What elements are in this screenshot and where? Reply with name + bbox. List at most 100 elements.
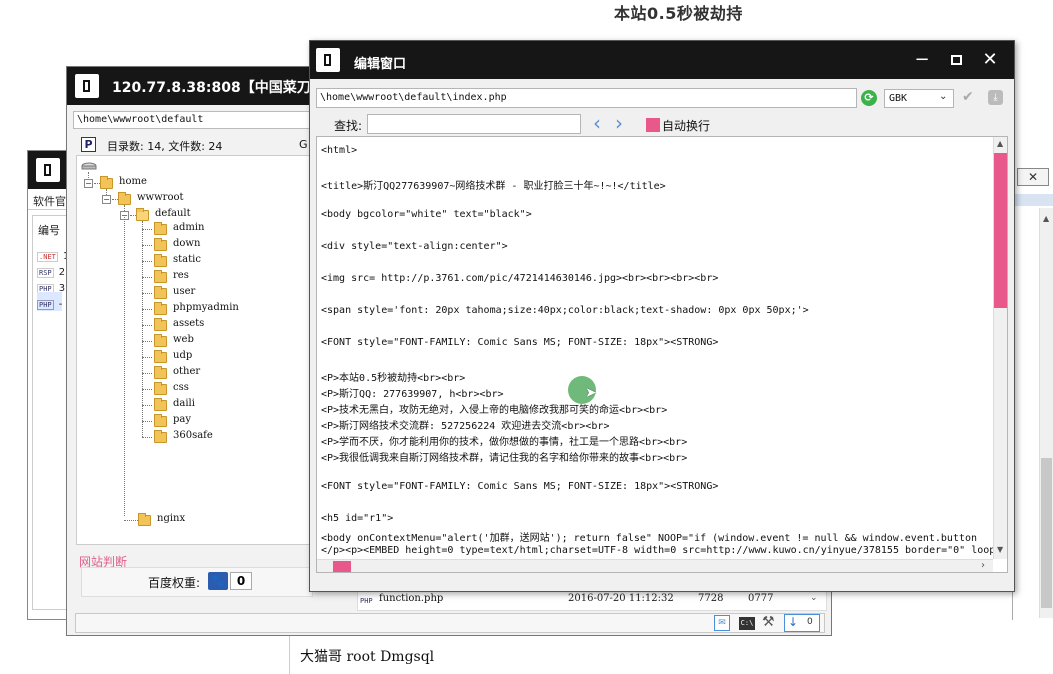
- site-check-panel: 百度权重: 🐾 0: [81, 567, 313, 597]
- scroll-up-icon[interactable]: ▲: [1043, 214, 1049, 223]
- close-icon[interactable]: ✕: [978, 49, 1002, 71]
- refresh-icon[interactable]: ⟳: [861, 90, 877, 106]
- file-name: function.php: [379, 593, 444, 604]
- tree-item-web[interactable]: web: [173, 334, 194, 345]
- encoding-select[interactable]: GBK ⌄: [884, 89, 954, 108]
- folder-icon: [154, 430, 167, 443]
- scroll-thumb[interactable]: [333, 561, 351, 572]
- scroll-thumb[interactable]: [1041, 458, 1052, 608]
- tree-connector: [142, 421, 152, 422]
- tree-item-pay[interactable]: pay: [173, 414, 191, 425]
- tree-item-down[interactable]: down: [173, 238, 200, 249]
- software-menu-label[interactable]: 软件官: [33, 193, 66, 209]
- tree-item-res[interactable]: res: [173, 270, 189, 281]
- tree-item-assets[interactable]: assets: [173, 318, 204, 329]
- scroll-thumb[interactable]: [994, 153, 1007, 308]
- status-bar: ✉ C:\ ⚒ ↓ 0: [75, 613, 825, 633]
- tree-connector: [142, 277, 152, 278]
- code-line: <div style="text-align:center">: [321, 241, 508, 252]
- stats-cut-label: G: [299, 138, 308, 151]
- baidu-paw-icon: 🐾: [208, 572, 228, 590]
- code-line: <body onContextMenu="alert('加群，送网站'); re…: [321, 533, 978, 544]
- folder-icon: [154, 286, 167, 299]
- collapse-icon[interactable]: −: [84, 179, 93, 188]
- folder-icon: [154, 366, 167, 379]
- app-icon: [316, 48, 340, 72]
- code-line: <span style='font: 20px tahoma;size:40px…: [321, 305, 809, 316]
- folder-icon: [154, 398, 167, 411]
- code-line: <P>我很低调我来自斯汀网络技术群，请记住我的名字和给你带来的故事<br><br…: [321, 453, 688, 464]
- close-icon[interactable]: ✕: [1017, 168, 1049, 186]
- folder-icon: [154, 350, 167, 363]
- scroll-down-icon[interactable]: ▼: [997, 545, 1003, 554]
- php-badge-icon: PHP: [360, 597, 373, 605]
- tree-item-360safe[interactable]: 360safe: [173, 430, 213, 441]
- file-path-field[interactable]: \home\wwwroot\default\index.php: [316, 88, 857, 108]
- minimize-icon[interactable]: −: [910, 49, 934, 71]
- tree-item-admin[interactable]: admin: [173, 222, 204, 233]
- code-line: <P>学而不厌，你才能利用你的技术，做你想做的事情，社工是一个思路<br><br…: [321, 437, 688, 448]
- baidu-weight-label: 百度权重:: [148, 576, 201, 590]
- tree-item-css[interactable]: css: [173, 382, 189, 393]
- scroll-right-icon[interactable]: ›: [981, 560, 985, 571]
- code-line: <img src= http://p.3761.com/pic/47214146…: [321, 273, 719, 284]
- code-line: <title>斯汀QQ277639907~网络技术群 - 职业打脸三十年~!~!…: [321, 181, 666, 192]
- tree-item-user[interactable]: user: [173, 286, 195, 297]
- tree-item-home[interactable]: home: [119, 176, 147, 187]
- checkmark-icon[interactable]: ✔: [962, 89, 974, 105]
- code-line: <P>斯汀QQ: 277639907, h<br><br>: [321, 389, 504, 400]
- download-count: 0: [807, 617, 813, 627]
- bottom-panel: 大猫哥 root Dmgsql: [289, 636, 809, 674]
- code-line: <html>: [321, 145, 358, 156]
- app-icon: [36, 158, 60, 182]
- tree-connector: [142, 229, 152, 230]
- find-input[interactable]: [367, 114, 581, 134]
- folder-icon: [100, 176, 113, 189]
- mouse-pointer-icon: ➤: [585, 385, 597, 401]
- tree-connector: [142, 293, 152, 294]
- code-line: <FONT style="FONT-FAMILY: Comic Sans MS;…: [321, 481, 719, 492]
- scroll-up-icon[interactable]: ▲: [997, 139, 1003, 148]
- chevron-down-icon[interactable]: ⌄: [810, 593, 818, 603]
- list-item[interactable]: PHP -: [37, 292, 63, 311]
- folder-icon: [138, 513, 151, 526]
- download-icon: ↓: [788, 615, 799, 629]
- find-next-icon[interactable]: ›: [615, 111, 623, 135]
- tree-item-default[interactable]: default: [155, 208, 191, 219]
- tree-connector: [142, 389, 152, 390]
- collapse-icon[interactable]: −: [102, 195, 111, 204]
- word-wrap-checkbox[interactable]: [646, 118, 660, 132]
- baidu-weight-value: 0: [230, 572, 252, 590]
- tree-connector: [142, 325, 152, 326]
- tree-connector: [142, 261, 152, 262]
- code-line: <P>本站0.5秒被劫持<br><br>: [321, 373, 466, 384]
- vertical-scrollbar[interactable]: ▲: [1039, 208, 1053, 618]
- console-icon[interactable]: C:\: [739, 617, 755, 630]
- editor-titlebar: 编辑窗口 − ✕: [310, 41, 1014, 79]
- maximize-icon[interactable]: [944, 49, 968, 71]
- path-field[interactable]: \home\wwwroot\default: [73, 111, 313, 129]
- code-editor[interactable]: <html> <title>斯汀QQ277639907~网络技术群 - 职业打脸三…: [316, 136, 1008, 573]
- download-counter[interactable]: ↓ 0: [784, 614, 820, 632]
- find-previous-icon[interactable]: ‹: [593, 111, 601, 135]
- window-title: 120.77.8.38:808【中国菜刀】: [112, 80, 325, 96]
- tree-item-phpmyadmin[interactable]: phpmyadmin: [173, 302, 239, 313]
- save-icon[interactable]: ⤓: [988, 90, 1003, 105]
- drive-icon: [81, 162, 97, 170]
- tree-item-wwwroot[interactable]: wwwroot: [137, 192, 184, 203]
- code-line: <P>斯汀网络技术交流群: 527256224 欢迎进去交流<br><br>: [321, 421, 610, 432]
- php-badge-icon: PHP: [37, 300, 54, 310]
- folder-icon: [154, 254, 167, 267]
- horizontal-scrollbar[interactable]: ›: [317, 559, 993, 572]
- tree-item-daili[interactable]: daili: [173, 398, 195, 409]
- tools-icon[interactable]: ⚒: [762, 614, 775, 630]
- tree-item-static[interactable]: static: [173, 254, 201, 265]
- vertical-scrollbar[interactable]: ▲ ▼: [993, 137, 1007, 559]
- tree-item-nginx[interactable]: nginx: [157, 513, 185, 524]
- tree-item-other[interactable]: other: [173, 366, 200, 377]
- word-wrap-label[interactable]: 自动换行: [662, 117, 710, 134]
- code-line: <body bgcolor="white" text="black">: [321, 209, 532, 220]
- tree-item-udp[interactable]: udp: [173, 350, 192, 361]
- message-icon[interactable]: ✉: [714, 615, 730, 631]
- editor-title: 编辑窗口: [354, 57, 407, 72]
